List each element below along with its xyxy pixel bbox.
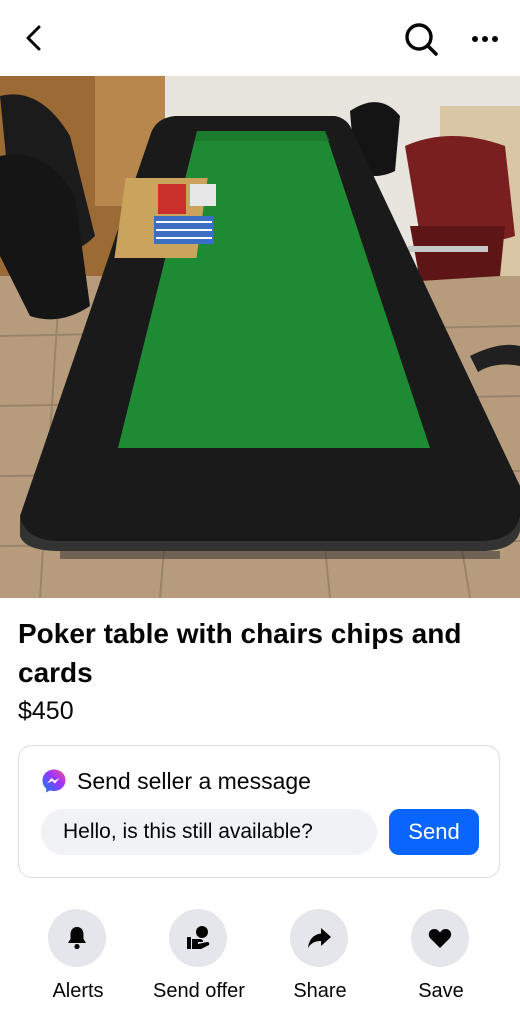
share-icon	[308, 928, 331, 948]
alerts-button[interactable]: Alerts	[18, 905, 138, 1015]
back-icon[interactable]	[18, 22, 50, 54]
search-icon[interactable]	[402, 20, 440, 58]
alerts-icon-circle	[48, 909, 106, 967]
save-label: Save	[418, 980, 464, 1002]
alerts-label: Alerts	[52, 980, 104, 1002]
offer-icon	[187, 926, 210, 949]
more-icon[interactable]	[466, 24, 504, 54]
poker-table-image	[0, 76, 520, 598]
send-offer-icon-circle	[169, 909, 227, 967]
share-label: Share	[293, 980, 347, 1002]
share-button[interactable]: Share	[260, 905, 380, 1015]
top-bar	[0, 0, 520, 76]
product-photo[interactable]	[0, 76, 520, 598]
message-seller-card: Send seller a message Send	[18, 745, 500, 878]
bell-icon	[68, 927, 86, 950]
send-button[interactable]: Send	[389, 809, 479, 855]
share-icon-circle	[290, 909, 348, 967]
messenger-icon	[42, 769, 66, 793]
message-input[interactable]	[41, 809, 377, 855]
heart-icon	[428, 928, 452, 948]
save-icon-circle	[411, 909, 469, 967]
send-offer-button[interactable]: Send offer	[139, 905, 259, 1015]
message-heading: Send seller a message	[77, 768, 311, 794]
listing-title: Poker table with chairs chips and cards	[18, 618, 462, 688]
action-bar: Alerts Send offer Share Save	[0, 905, 520, 1015]
save-button[interactable]: Save	[381, 905, 501, 1015]
send-offer-label: Send offer	[153, 980, 245, 1002]
listing-price: $450	[18, 697, 74, 725]
